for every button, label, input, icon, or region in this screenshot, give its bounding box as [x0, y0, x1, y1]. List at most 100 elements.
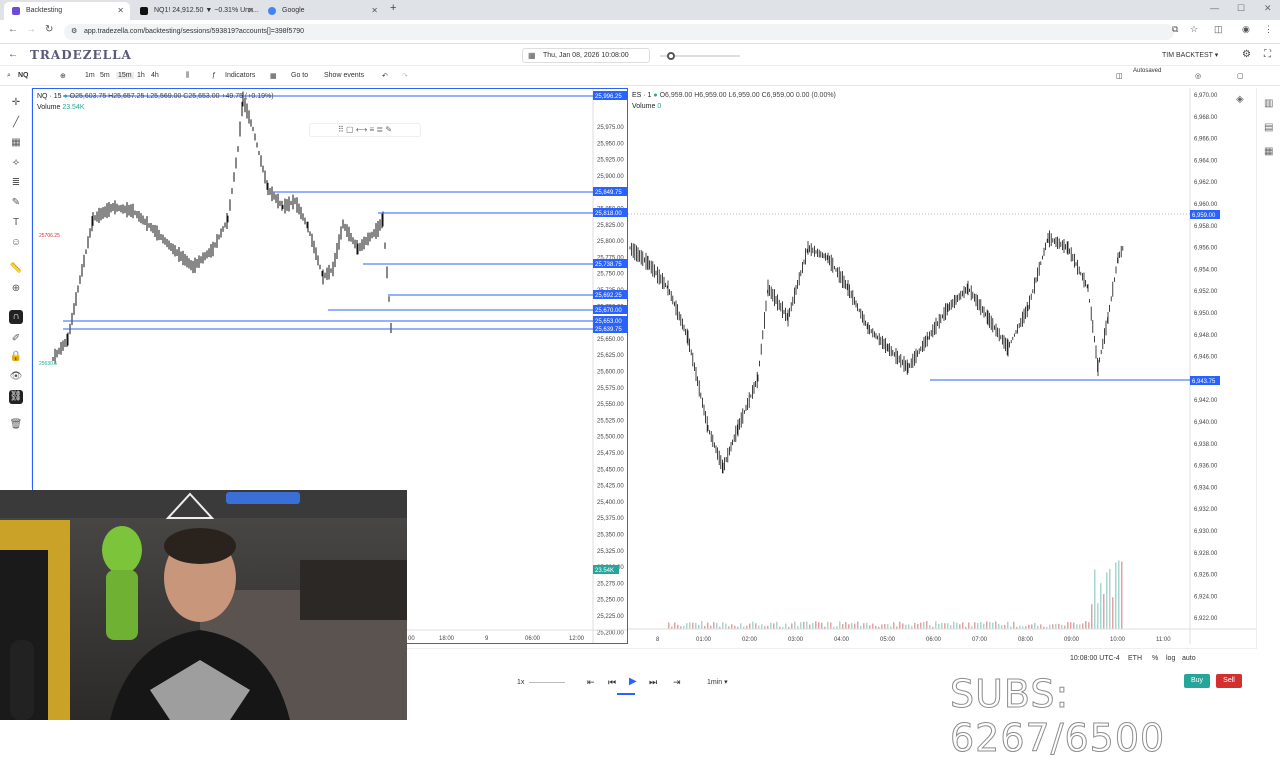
visibility-icon[interactable]: 👁 [9, 370, 23, 384]
time-tick-label: 07:00 [972, 637, 988, 643]
volume-bar [713, 622, 715, 629]
trash-icon[interactable]: 🗑 [9, 418, 23, 432]
left-price-tag: 25706.25 [39, 233, 60, 239]
back-arrow-icon[interactable]: ← [8, 49, 18, 60]
price-tick-label: 25,625.00 [597, 353, 624, 359]
fib-icon[interactable]: ≣ [9, 176, 23, 190]
timeframe-1h[interactable]: 1h [137, 72, 145, 79]
notes-icon[interactable]: ▤ [1264, 122, 1273, 133]
chart-list-icon[interactable]: ▥ [1264, 98, 1273, 109]
eth-toggle[interactable]: ETH [1128, 655, 1142, 662]
log-toggle[interactable]: log [1166, 655, 1175, 662]
pattern-icon[interactable]: ⟡ [9, 156, 23, 170]
show-events-button[interactable]: Show events [324, 72, 364, 79]
chevron-down-icon: ▾ [1214, 52, 1219, 59]
profile-icon[interactable]: ◉ [1242, 24, 1250, 35]
settings-gear-icon[interactable]: ⚙ [1242, 49, 1251, 60]
price-tick-label: 6,946.00 [1194, 355, 1218, 361]
price-level-tag-label: 25,738.75 [595, 262, 622, 268]
timeframe-5m[interactable]: 5m [100, 72, 110, 79]
fullscreen-icon[interactable]: ⛶ [1264, 49, 1271, 60]
trendline-icon[interactable]: ╱ [9, 116, 23, 130]
zoom-icon[interactable]: ⊕ [9, 282, 23, 296]
es-chart-pane[interactable]: 6,970.00 6,968.00 6,966.00 6,964.00 6,962.00… [628, 88, 1256, 644]
grid-tool-icon[interactable]: ▦ [9, 136, 23, 150]
install-app-icon[interactable]: ⧉ [1172, 24, 1178, 35]
text-tool-icon[interactable]: T [9, 216, 23, 230]
drawing-float-toolbar[interactable]: ⠿ ▢ ⟷ ≡ ≣ ✎ [309, 123, 421, 137]
account-selector[interactable]: TIM BACKTEST ▾ [1162, 51, 1218, 59]
search-icon[interactable]: ⌕ [7, 72, 11, 80]
price-tick-label: 25,250.00 [597, 598, 624, 604]
menu-icon[interactable]: ⋮ [1264, 24, 1273, 35]
lock-icon[interactable]: 🔒 [9, 350, 23, 364]
close-icon[interactable]: ✕ [371, 2, 378, 20]
timeframe-15m[interactable]: 15m [116, 72, 134, 79]
volume-bar [854, 623, 856, 629]
step-back-icon[interactable]: ⇤ [587, 677, 595, 688]
replay-progress-slider[interactable] [660, 52, 740, 60]
tab-backtesting[interactable]: Backtesting ✕ [4, 2, 130, 20]
snapshot-icon[interactable]: ▢ [1237, 72, 1244, 80]
auto-toggle[interactable]: auto [1182, 655, 1196, 662]
forward-icon[interactable]: → [26, 24, 36, 35]
tab-nq[interactable]: NQ1! 24,912.50 ▼ −0.31% Unn... ✕ [132, 2, 260, 20]
symbol-search[interactable]: NQ [18, 72, 29, 79]
price-tick-label: 6,966.00 [1194, 137, 1218, 143]
skip-forward-icon[interactable]: ⏭ [649, 677, 657, 688]
magnet-icon[interactable]: ∩ [9, 310, 23, 324]
timeframe-4h[interactable]: 4h [151, 72, 159, 79]
ruler-icon[interactable]: 📏 [9, 262, 23, 276]
camera-icon[interactable]: ◎ [1195, 72, 1201, 80]
price-tick-label: 25,550.00 [597, 402, 624, 408]
close-icon[interactable]: ✕ [247, 2, 254, 20]
session-date-picker[interactable]: ▦ Thu, Jan 08, 2026 10:08:00 [522, 48, 650, 63]
lock-drawing-icon[interactable]: ✐ [9, 332, 23, 346]
tab-google[interactable]: Google ✕ [260, 2, 384, 20]
goto-button[interactable]: Go to [291, 72, 308, 79]
skip-back-icon[interactable]: ⏮ [608, 677, 616, 688]
back-icon[interactable]: ← [8, 24, 18, 35]
speed-slider[interactable] [529, 682, 565, 683]
extensions-icon[interactable]: ◫ [1214, 24, 1223, 35]
emoji-icon[interactable]: ☺ [9, 236, 23, 250]
bookmark-star-icon[interactable]: ☆ [1190, 24, 1198, 35]
play-icon[interactable]: ▶ [629, 676, 637, 687]
es-candles[interactable]: 6,970.00 6,968.00 6,966.00 6,964.00 6,962.00… [628, 88, 1256, 644]
reload-icon[interactable]: ↻ [45, 24, 53, 35]
layers-icon[interactable]: ◈ [1236, 94, 1244, 105]
brush-icon[interactable]: ✎ [9, 196, 23, 210]
timeframe-1m[interactable]: 1m [85, 72, 95, 79]
close-icon[interactable]: ✕ [117, 2, 124, 20]
indicators-icon[interactable]: ƒ [212, 72, 216, 79]
nq-legend: NQ · 15 ● O25,603.75 H25,657.25 L25,569.… [37, 93, 274, 100]
layout-icon[interactable]: ▦ [270, 72, 277, 80]
link-icon[interactable]: ⛓ [9, 390, 23, 404]
price-tick-label: 6,960.00 [1194, 202, 1218, 208]
volume-bar [992, 622, 994, 629]
indicators-button[interactable]: Indicators [225, 72, 255, 79]
percent-toggle[interactable]: % [1152, 655, 1158, 662]
slider-knob[interactable] [667, 52, 675, 60]
maximize-icon[interactable]: ☐ [1237, 3, 1245, 14]
window-close-icon[interactable]: ✕ [1264, 3, 1272, 14]
volume-bar [812, 623, 814, 629]
price-tick-label: 25,325.00 [597, 549, 624, 555]
site-info-icon[interactable]: ⚙ [71, 24, 77, 40]
undo-icon[interactable]: ↶ [382, 72, 388, 80]
interval-select[interactable]: 1min ▾ [707, 678, 728, 686]
chart-type-icon[interactable]: ⫼ [186, 72, 189, 80]
minimize-icon[interactable]: — [1210, 3, 1219, 13]
add-symbol-icon[interactable]: ⊕ [60, 72, 66, 80]
redo-icon[interactable]: ↷ [402, 72, 408, 80]
volume-bar [1109, 568, 1111, 629]
timezone-label[interactable]: 10:08:00 UTC-4 [1070, 655, 1120, 662]
price-tick-label: 6,936.00 [1194, 464, 1218, 470]
volume-bar [947, 623, 949, 629]
layout-split-icon[interactable]: ◫ [1116, 72, 1123, 80]
crosshair-icon[interactable]: ✛ [9, 96, 23, 110]
step-forward-icon[interactable]: ⇥ [673, 677, 681, 688]
url-field[interactable]: ⚙ app.tradezella.com/backtesting/session… [64, 24, 1174, 40]
new-tab-icon[interactable]: + [390, 2, 396, 14]
calendar-sidebar-icon[interactable]: ▦ [1264, 146, 1273, 157]
